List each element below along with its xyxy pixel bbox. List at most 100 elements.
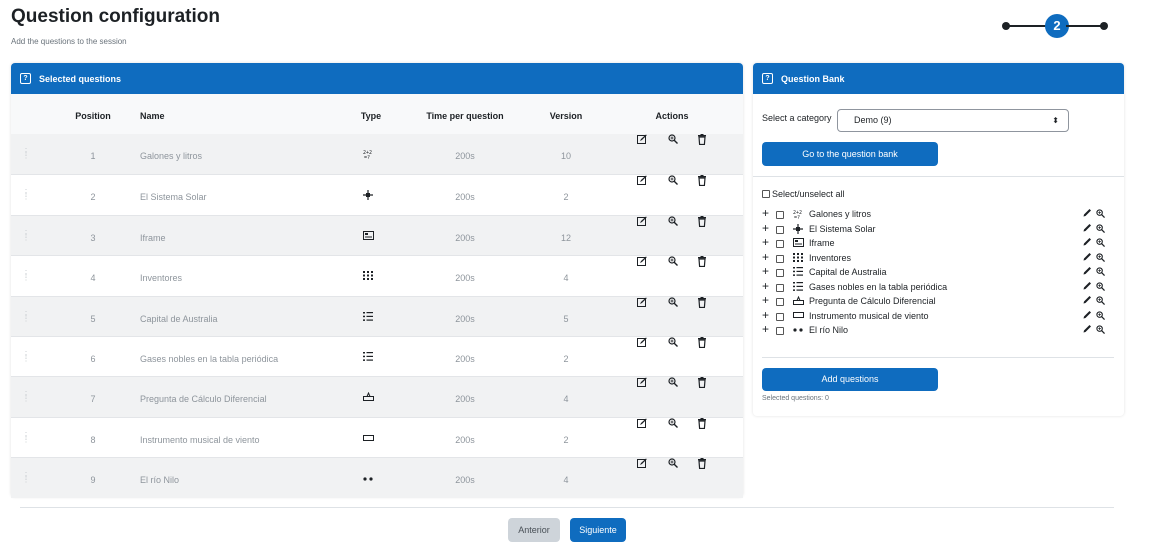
add-plus-icon[interactable]: + bbox=[762, 279, 769, 293]
delete-icon[interactable] bbox=[697, 458, 707, 470]
pencil-icon[interactable] bbox=[1083, 208, 1092, 219]
question-checkbox[interactable] bbox=[776, 298, 784, 306]
preview-icon[interactable] bbox=[668, 296, 678, 307]
edit-icon[interactable] bbox=[637, 256, 647, 267]
add-questions-button[interactable]: Add questions bbox=[762, 368, 938, 391]
question-checkbox[interactable] bbox=[776, 211, 784, 219]
drag-handle-icon[interactable]: ⋮ ⋮ bbox=[22, 391, 30, 404]
preview-icon[interactable] bbox=[1096, 223, 1105, 235]
row-version: 5 bbox=[563, 313, 569, 324]
question-checkbox[interactable] bbox=[776, 327, 784, 335]
next-button[interactable]: Siguiente bbox=[570, 518, 626, 542]
drag-handle-icon[interactable]: ⋮ ⋮ bbox=[22, 148, 30, 161]
drag-handle-icon[interactable]: ⋮ ⋮ bbox=[22, 229, 30, 243]
add-plus-icon[interactable]: + bbox=[762, 308, 769, 322]
add-plus-icon[interactable]: + bbox=[762, 264, 769, 278]
question-checkbox[interactable] bbox=[776, 269, 784, 277]
preview-icon[interactable] bbox=[1096, 310, 1105, 322]
delete-icon[interactable] bbox=[697, 175, 707, 187]
pencil-icon[interactable] bbox=[1083, 310, 1092, 321]
table-row: ⋮ ⋮ 6 Gases nobles en la tabla periódica 200… bbox=[11, 336, 743, 377]
bank-divider-top bbox=[753, 176, 1124, 177]
add-plus-icon[interactable]: + bbox=[762, 206, 769, 220]
pencil-icon[interactable] bbox=[1083, 252, 1092, 263]
table-row: ⋮ ⋮ 7 Pregunta de Cálculo Diferencial 200s 4 bbox=[11, 376, 743, 417]
edit-icon[interactable] bbox=[637, 458, 647, 469]
delete-icon[interactable] bbox=[697, 256, 707, 268]
table-row: ⋮ ⋮ 2 El Sistema Solar 200s 2 bbox=[11, 174, 743, 215]
row-version: 12 bbox=[560, 232, 572, 243]
edit-icon[interactable] bbox=[637, 134, 647, 144]
preview-icon[interactable] bbox=[668, 134, 678, 144]
pencil-icon[interactable] bbox=[1083, 295, 1092, 306]
question-checkbox[interactable] bbox=[776, 254, 784, 263]
preview-icon[interactable] bbox=[668, 337, 678, 347]
preview-icon[interactable] bbox=[1096, 296, 1105, 307]
select-all-row[interactable]: Select/unselect all bbox=[762, 189, 845, 199]
edit-icon[interactable] bbox=[637, 297, 647, 307]
add-plus-icon[interactable]: + bbox=[762, 221, 769, 235]
preview-icon[interactable] bbox=[668, 175, 678, 186]
select-all-label: Select/unselect all bbox=[772, 189, 845, 199]
drag-handle-icon[interactable]: ⋮ ⋮ bbox=[22, 270, 30, 283]
delete-icon[interactable] bbox=[697, 215, 707, 227]
select-all-checkbox[interactable] bbox=[762, 190, 770, 198]
preview-icon[interactable] bbox=[1096, 281, 1105, 293]
delete-icon[interactable] bbox=[697, 377, 707, 389]
pencil-icon[interactable] bbox=[1083, 223, 1092, 234]
delete-icon[interactable] bbox=[697, 296, 707, 308]
shortanswer-icon bbox=[792, 311, 804, 321]
preview-icon[interactable] bbox=[668, 256, 678, 267]
preview-icon[interactable] bbox=[668, 377, 678, 388]
previous-button[interactable]: Anterior bbox=[508, 518, 560, 542]
question-checkbox[interactable] bbox=[776, 312, 784, 321]
go-to-question-bank-button[interactable]: Go to the question bank bbox=[762, 142, 938, 166]
column-name: Name bbox=[140, 111, 165, 121]
row-name: Pregunta de Cálculo Diferencial bbox=[140, 394, 267, 405]
bank-list-item: + El río Nilo bbox=[762, 322, 1112, 338]
iframe-icon bbox=[363, 230, 374, 242]
preview-icon[interactable] bbox=[1096, 267, 1105, 278]
selected-questions-panel: ? Selected questions Position Name Type … bbox=[11, 63, 743, 498]
iframe-icon bbox=[792, 238, 804, 248]
preview-icon[interactable] bbox=[668, 418, 678, 428]
drag-handle-icon[interactable]: ⋮ ⋮ bbox=[22, 189, 30, 202]
bank-list-item: + Gases nobles en la tabla periódica bbox=[762, 279, 1112, 295]
pencil-icon[interactable] bbox=[1083, 237, 1092, 248]
delete-icon[interactable] bbox=[697, 337, 707, 349]
delete-icon[interactable] bbox=[697, 417, 707, 429]
preview-icon[interactable] bbox=[1096, 325, 1105, 336]
add-plus-icon[interactable]: + bbox=[762, 293, 769, 307]
edit-icon[interactable] bbox=[637, 418, 647, 428]
question-checkbox[interactable] bbox=[776, 225, 784, 234]
selected-questions-count: Selected questions: 0 bbox=[762, 395, 829, 402]
preview-icon[interactable] bbox=[668, 458, 678, 469]
numerical-icon bbox=[792, 295, 804, 306]
drag-handle-icon[interactable]: ⋮ ⋮ bbox=[22, 351, 30, 364]
drag-handle-icon[interactable]: ⋮ ⋮ bbox=[22, 310, 30, 324]
row-position: 4 bbox=[90, 273, 96, 284]
preview-icon[interactable] bbox=[1096, 238, 1105, 249]
add-plus-icon[interactable]: + bbox=[762, 250, 769, 264]
add-plus-icon[interactable]: + bbox=[762, 322, 769, 336]
multichoice-icon bbox=[363, 352, 373, 363]
edit-icon[interactable] bbox=[637, 377, 647, 388]
row-time: 200s bbox=[455, 151, 475, 161]
bank-divider-bottom bbox=[762, 357, 1114, 358]
preview-icon[interactable] bbox=[1096, 252, 1105, 264]
delete-icon[interactable] bbox=[697, 134, 707, 146]
add-plus-icon[interactable]: + bbox=[762, 235, 769, 249]
pencil-icon[interactable] bbox=[1083, 324, 1092, 335]
edit-icon[interactable] bbox=[637, 337, 647, 347]
preview-icon[interactable] bbox=[1096, 209, 1105, 220]
category-select[interactable]: Demo (9) ⬍ bbox=[837, 109, 1069, 132]
edit-icon[interactable] bbox=[637, 216, 647, 226]
drag-handle-icon[interactable]: ⋮ ⋮ bbox=[22, 472, 30, 485]
pencil-icon[interactable] bbox=[1083, 281, 1092, 292]
drag-handle-icon[interactable]: ⋮ ⋮ bbox=[22, 431, 30, 445]
question-checkbox[interactable] bbox=[776, 240, 784, 248]
question-checkbox[interactable] bbox=[776, 283, 784, 292]
pencil-icon[interactable] bbox=[1083, 266, 1092, 277]
edit-icon[interactable] bbox=[637, 175, 647, 186]
preview-icon[interactable] bbox=[668, 216, 678, 226]
